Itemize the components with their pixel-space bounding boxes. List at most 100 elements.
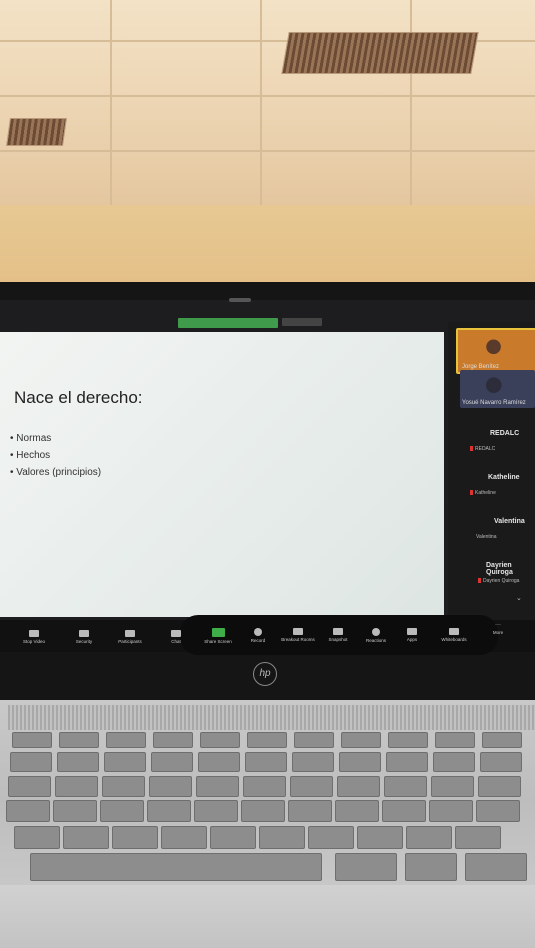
keyboard-key[interactable]: [6, 800, 50, 822]
ceiling-vent: [6, 118, 67, 146]
keyboard-key[interactable]: [147, 800, 191, 822]
keyboard-key[interactable]: [339, 752, 381, 772]
ceiling: [0, 0, 535, 205]
apps-icon: [407, 628, 417, 635]
apps-button[interactable]: Apps: [392, 628, 432, 642]
keyboard-key[interactable]: [386, 752, 428, 772]
keyboard-key[interactable]: [259, 826, 305, 849]
keyboard-key[interactable]: [112, 826, 158, 849]
ceiling-grid-line: [0, 150, 535, 152]
keyboard-key[interactable]: [243, 776, 286, 797]
view-options-button[interactable]: [282, 318, 322, 326]
screen-share-banner[interactable]: [178, 318, 278, 328]
keyboard-key[interactable]: [405, 853, 457, 881]
chat-bubble-icon: [171, 630, 181, 637]
keyboard-key[interactable]: [341, 732, 381, 748]
keyboard-key[interactable]: [12, 732, 52, 748]
whiteboards-button[interactable]: Whiteboards: [434, 628, 474, 642]
participant-title: Valentina: [494, 518, 525, 525]
keyboard-key[interactable]: [482, 732, 522, 748]
keyboard-key[interactable]: [63, 826, 109, 849]
keyboard-key[interactable]: [288, 800, 332, 822]
keyboard-key[interactable]: [247, 732, 287, 748]
keyboard-key[interactable]: [153, 732, 193, 748]
keyboard-key[interactable]: [357, 826, 403, 849]
muted-mic-icon: [470, 490, 473, 496]
keyboard-key[interactable]: [431, 776, 474, 797]
keyboard-key[interactable]: [465, 853, 527, 881]
space-bar[interactable]: [30, 853, 322, 881]
stop-video-button[interactable]: Stop Video: [14, 630, 54, 644]
participant-video[interactable]: Jorge Benítez: [456, 328, 535, 374]
keyboard-key[interactable]: [55, 776, 98, 797]
keyboard-key[interactable]: [455, 826, 501, 849]
hp-logo: hp: [253, 662, 277, 686]
participants-button[interactable]: Participants: [110, 630, 150, 644]
keyboard-key[interactable]: [429, 800, 473, 822]
muted-mic-icon: [478, 578, 481, 584]
keyboard-key[interactable]: [104, 752, 146, 772]
keyboard-key[interactable]: [308, 826, 354, 849]
keyboard-key[interactable]: [57, 752, 99, 772]
keyboard-key[interactable]: [245, 752, 287, 772]
participant-title: REDALC: [490, 430, 520, 437]
keyboard-key[interactable]: [382, 800, 426, 822]
keyboard-key[interactable]: [198, 752, 240, 772]
share-screen-button[interactable]: Share Screen: [198, 628, 238, 644]
record-button[interactable]: Record: [238, 628, 278, 643]
security-button[interactable]: Security: [64, 630, 104, 644]
video-camera-icon: [29, 630, 39, 637]
keyboard-key[interactable]: [241, 800, 285, 822]
muted-mic-icon: [470, 446, 473, 452]
keyboard-key[interactable]: [476, 800, 520, 822]
keyboard-key[interactable]: [335, 800, 379, 822]
keyboard-key[interactable]: [196, 776, 239, 797]
keyboard-key[interactable]: [194, 800, 238, 822]
smiley-icon: [372, 628, 380, 636]
keyboard-key[interactable]: [406, 826, 452, 849]
people-icon: [125, 630, 135, 637]
keyboard-key[interactable]: [53, 800, 97, 822]
keyboard-key[interactable]: [149, 776, 192, 797]
more-button[interactable]: ··· More: [478, 622, 518, 635]
keyboard-key[interactable]: [10, 752, 52, 772]
scroll-down-icon[interactable]: ⌄: [516, 594, 522, 602]
keyboard-key[interactable]: [292, 752, 334, 772]
reactions-button[interactable]: Reactions: [356, 628, 396, 643]
keyboard-key[interactable]: [478, 776, 521, 797]
participant-title: Dayrien Quiroga: [486, 562, 513, 576]
slide-bullet: • Normas: [10, 433, 52, 444]
keyboard-key[interactable]: [59, 732, 99, 748]
keyboard-key[interactable]: [384, 776, 427, 797]
keyboard-key[interactable]: [290, 776, 333, 797]
keyboard-key[interactable]: [335, 853, 397, 881]
snapshot-button[interactable]: Snapshot: [318, 628, 358, 642]
keyboard-key[interactable]: [102, 776, 145, 797]
keyboard-key[interactable]: [151, 752, 193, 772]
keyboard-key[interactable]: [14, 826, 60, 849]
keyboard-key[interactable]: [200, 732, 240, 748]
keyboard-key[interactable]: [480, 752, 522, 772]
participant-video[interactable]: Yosué Navarro Ramírez: [460, 370, 535, 408]
keyboard-key[interactable]: [388, 732, 428, 748]
keyboard-key[interactable]: [435, 732, 475, 748]
keyboard-key[interactable]: [337, 776, 380, 797]
keyboard-key[interactable]: [294, 732, 334, 748]
keyboard-key[interactable]: [433, 752, 475, 772]
keyboard-key[interactable]: [100, 800, 144, 822]
participant-name: Yosué Navarro Ramírez: [462, 400, 526, 406]
participant-label: Valentina: [476, 534, 497, 540]
ceiling-grid-line: [410, 0, 412, 205]
ceiling-grid-line: [0, 95, 535, 97]
ceiling-grid-line: [260, 0, 262, 205]
breakout-rooms-button[interactable]: Breakout Rooms: [278, 628, 318, 642]
participant-label: Dayrien Quiroga: [478, 578, 519, 584]
keyboard-key[interactable]: [161, 826, 207, 849]
keyboard-key[interactable]: [210, 826, 256, 849]
keyboard-key[interactable]: [8, 776, 51, 797]
chat-button[interactable]: Chat: [156, 630, 196, 644]
keyboard-key[interactable]: [106, 732, 146, 748]
participants-panel: Jorge Benítez Yosué Navarro Ramírez REDA…: [448, 322, 535, 622]
slide-bullet: • Valores (principios): [10, 467, 102, 478]
participant-label: Katheline: [470, 490, 496, 496]
